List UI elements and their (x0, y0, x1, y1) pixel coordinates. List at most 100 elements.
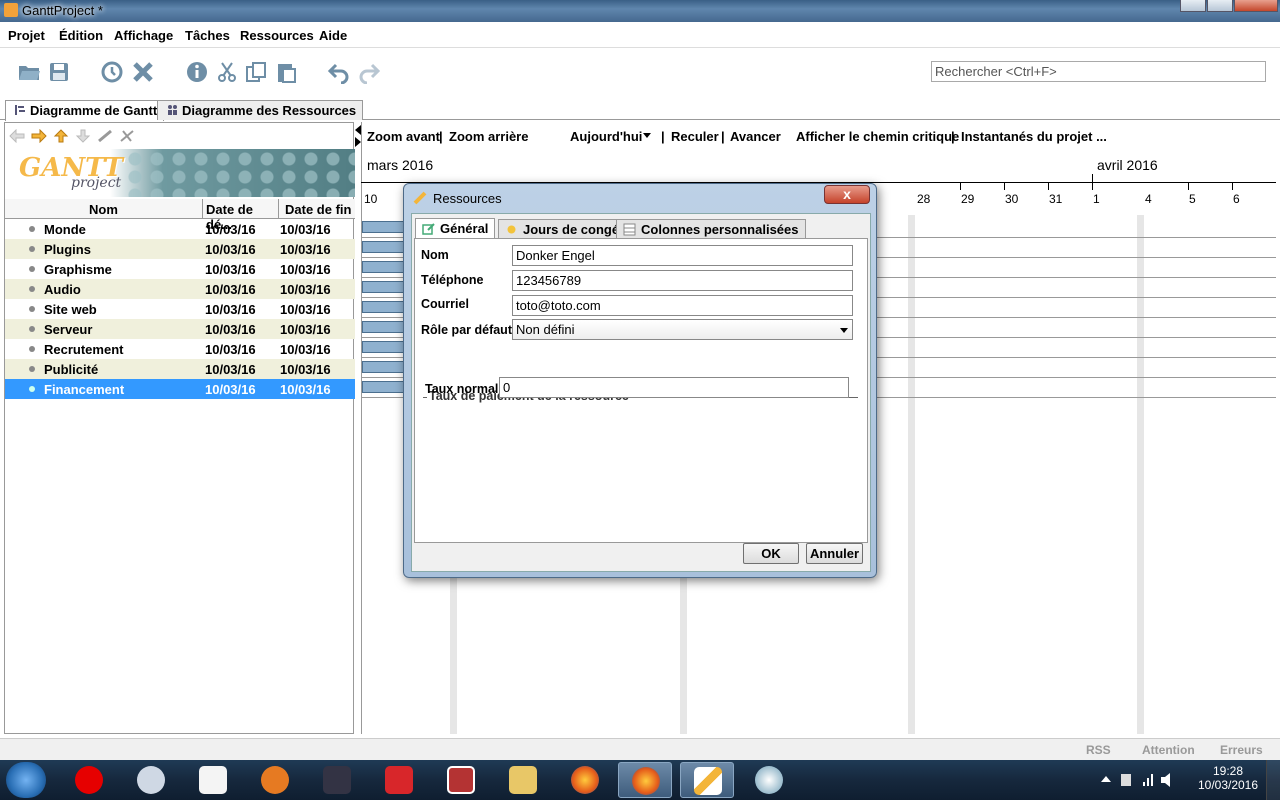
menu-edition[interactable]: Édition (59, 28, 103, 43)
zoom-out-link[interactable]: Zoom arrière (449, 129, 528, 144)
task-bar[interactable] (362, 241, 404, 253)
taskbar-app-gimp[interactable] (248, 762, 302, 798)
phone-field[interactable]: 123456789 (512, 270, 853, 291)
task-bar[interactable] (362, 301, 404, 313)
warning-status[interactable]: Attention (1142, 743, 1195, 757)
taskbar-app-kiwix[interactable] (434, 762, 488, 798)
tab-gantt[interactable]: Diagramme de Gantt (5, 100, 165, 121)
cut-icon[interactable] (215, 60, 239, 84)
taskbar-app-explorer[interactable] (496, 762, 550, 798)
critical-path-link[interactable]: Afficher le chemin critique (796, 129, 959, 144)
day-tick (960, 182, 961, 190)
redo-icon[interactable] (357, 60, 381, 84)
firefox-icon (632, 767, 660, 795)
app-k-icon (447, 766, 475, 794)
task-bar[interactable] (362, 261, 404, 273)
copy-icon[interactable] (244, 60, 268, 84)
forward-link[interactable]: Avancer (730, 129, 781, 144)
taskbar-app-firefox-2[interactable] (618, 762, 672, 798)
dialog-body: Général Jours de congés Colonnes personn… (411, 213, 871, 572)
taskbar-app-game[interactable] (310, 762, 364, 798)
taskbar-app-red[interactable] (372, 762, 426, 798)
tab-general-label: Général (440, 221, 489, 236)
ok-button[interactable]: OK (743, 543, 799, 564)
tab-resources-label: Diagramme des Ressources (182, 103, 357, 118)
task-bar[interactable] (362, 321, 404, 333)
tab-resources[interactable]: Diagramme des Ressources (157, 100, 364, 120)
day-label: 1 (1093, 192, 1100, 206)
table-row[interactable]: Serveur 10/03/16 10/03/16 (5, 319, 355, 339)
task-bar[interactable] (362, 381, 404, 393)
open-folder-icon[interactable] (17, 60, 41, 84)
today-dropdown[interactable]: Aujourd'hui (570, 129, 642, 144)
move-down-icon[interactable] (75, 129, 91, 143)
taskbar-app-firefox[interactable] (558, 762, 612, 798)
save-icon[interactable] (47, 60, 71, 84)
taskbar-app-pdf24[interactable] (186, 762, 240, 798)
task-bar[interactable] (362, 341, 404, 353)
link-icon[interactable] (97, 129, 113, 143)
outdent-arrow-icon[interactable] (9, 129, 25, 143)
menu-affichage[interactable]: Affichage (114, 28, 173, 43)
system-clock[interactable]: 19:28 10/03/2016 (1197, 764, 1259, 792)
table-row-selected[interactable]: Financement 10/03/16 10/03/16 (5, 379, 355, 399)
back-link[interactable]: Reculer (671, 129, 719, 144)
indent-arrow-icon[interactable] (31, 129, 47, 143)
clock-icon[interactable] (100, 60, 124, 84)
resources-dialog: Ressources x Général Jours de congés Col… (403, 183, 877, 578)
zoom-in-link[interactable]: Zoom avant (367, 129, 440, 144)
table-row[interactable]: Graphisme 10/03/16 10/03/16 (5, 259, 355, 279)
start-button-icon[interactable] (6, 762, 46, 798)
taskbar-app-search[interactable] (124, 762, 178, 798)
undo-icon[interactable] (327, 60, 351, 84)
taskbar-app-vodafone[interactable] (62, 762, 116, 798)
col-end[interactable]: Date de fin (279, 199, 355, 219)
rate-field[interactable]: 0 (499, 377, 849, 398)
tab-general[interactable]: Général (415, 218, 496, 239)
search-input[interactable]: Rechercher <Ctrl+F> (931, 61, 1266, 82)
dialog-close-button[interactable]: x (824, 185, 870, 204)
task-bar[interactable] (362, 361, 404, 373)
table-row[interactable]: Monde 10/03/16 10/03/16 (5, 219, 355, 239)
role-select[interactable]: Non défini (512, 319, 853, 340)
taskbar-app-ganttproject[interactable] (680, 762, 734, 798)
rss-status[interactable]: RSS (1086, 743, 1111, 757)
menu-taches[interactable]: Tâches (185, 28, 230, 43)
name-field[interactable]: Donker Engel (512, 245, 853, 266)
col-start[interactable]: Date de dé... (203, 199, 279, 232)
task-bar[interactable] (362, 281, 404, 293)
maximize-button[interactable] (1207, 0, 1233, 12)
menu-ressources[interactable]: Ressources (240, 28, 314, 43)
task-bar[interactable] (362, 221, 404, 233)
today-dropdown-arrow-icon[interactable] (643, 133, 651, 138)
menu-projet[interactable]: Projet (8, 28, 45, 43)
unlink-icon[interactable] (119, 129, 135, 143)
tab-custom-columns[interactable]: Colonnes personnalisées (616, 219, 806, 239)
delete-icon[interactable] (131, 60, 155, 84)
col-name[interactable]: Nom (5, 199, 203, 219)
show-desktop-button[interactable] (1266, 760, 1280, 800)
errors-status[interactable]: Erreurs (1220, 743, 1263, 757)
table-row[interactable]: Site web 10/03/16 10/03/16 (5, 299, 355, 319)
paste-icon[interactable] (274, 60, 298, 84)
folder-icon (509, 766, 537, 794)
task-tree-panel: GANTT project Nom Date de dé... Date de … (4, 122, 355, 734)
info-icon[interactable] (185, 60, 209, 84)
snapshots-link[interactable]: Instantanés du projet ... (961, 129, 1107, 144)
table-row[interactable]: Recrutement 10/03/16 10/03/16 (5, 339, 355, 359)
tab-holidays[interactable]: Jours de congés (498, 219, 634, 239)
separator: | (951, 129, 955, 144)
email-field[interactable]: toto@toto.com (512, 295, 853, 316)
table-row[interactable]: Audio 10/03/16 10/03/16 (5, 279, 355, 299)
separator: | (661, 129, 665, 144)
tray-power-icon (1121, 774, 1131, 786)
menu-aide[interactable]: Aide (319, 28, 347, 43)
table-row[interactable]: Publicité 10/03/16 10/03/16 (5, 359, 355, 379)
table-row[interactable]: Plugins 10/03/16 10/03/16 (5, 239, 355, 259)
cancel-button[interactable]: Annuler (806, 543, 863, 564)
close-window-button[interactable] (1234, 0, 1278, 12)
taskbar-app-paint[interactable] (742, 762, 796, 798)
title-bar: GanttProject * (0, 0, 1280, 22)
minimize-button[interactable] (1180, 0, 1206, 12)
move-up-icon[interactable] (53, 129, 69, 143)
